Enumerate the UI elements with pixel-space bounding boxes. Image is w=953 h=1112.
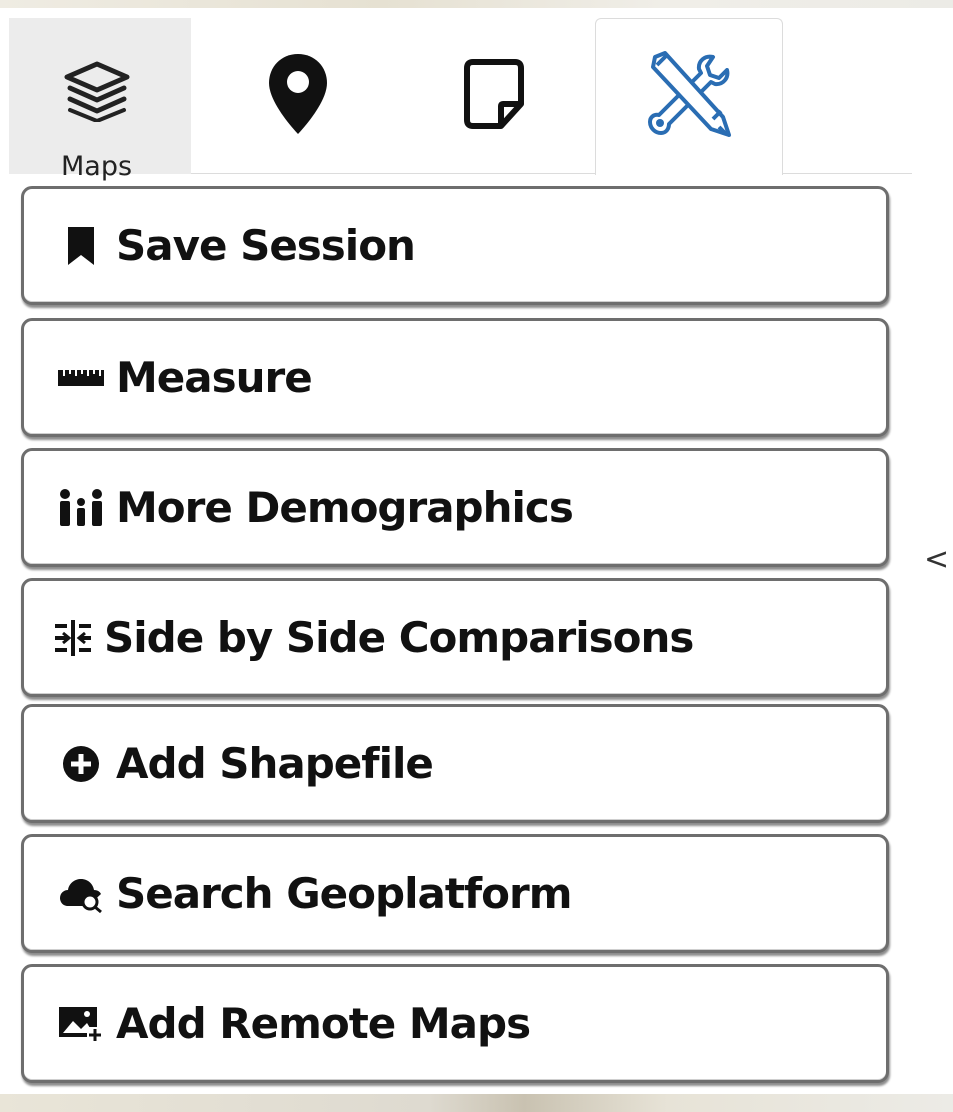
layers-icon (61, 60, 133, 126)
map-background-top (0, 0, 953, 8)
measure-label: Measure (116, 353, 313, 402)
ruler-icon (56, 353, 106, 403)
compare-icon (48, 613, 98, 663)
more-demographics-button[interactable]: More Demographics (21, 448, 889, 567)
add-remote-maps-button[interactable]: Add Remote Maps (21, 964, 889, 1083)
bookmark-icon (56, 221, 106, 271)
tools-icon (643, 49, 735, 145)
save-session-button[interactable]: Save Session (21, 186, 889, 305)
tab-tools[interactable] (595, 18, 783, 175)
add-shapefile-button[interactable]: Add Shapefile (21, 704, 889, 823)
add-remote-maps-label: Add Remote Maps (116, 999, 531, 1048)
collapse-panel-toggle[interactable]: < (924, 542, 949, 577)
note-icon (463, 58, 525, 134)
plus-circle-icon (56, 739, 106, 789)
map-pin-icon (266, 52, 330, 140)
tab-maps[interactable]: Maps (9, 18, 191, 182)
search-geoplatform-button[interactable]: Search Geoplatform (21, 834, 889, 953)
tools-panel: Maps Save Session Measure More Demograph… (0, 8, 940, 1094)
map-background-bottom (0, 1094, 953, 1112)
side-by-side-comparisons-button[interactable]: Side by Side Comparisons (21, 578, 889, 697)
tab-places[interactable] (213, 18, 383, 174)
search-geoplatform-label: Search Geoplatform (116, 869, 573, 918)
panel-tabs: Maps (9, 18, 912, 182)
people-icon (56, 483, 106, 533)
add-shapefile-label: Add Shapefile (116, 739, 434, 788)
side-by-side-comparisons-label: Side by Side Comparisons (104, 613, 694, 662)
tab-notes[interactable] (409, 18, 579, 174)
more-demographics-label: More Demographics (116, 483, 574, 532)
tab-maps-label: Maps (61, 151, 133, 182)
cloud-search-icon (56, 869, 106, 919)
save-session-label: Save Session (116, 221, 416, 270)
add-image-icon (56, 999, 106, 1049)
measure-button[interactable]: Measure (21, 318, 889, 437)
